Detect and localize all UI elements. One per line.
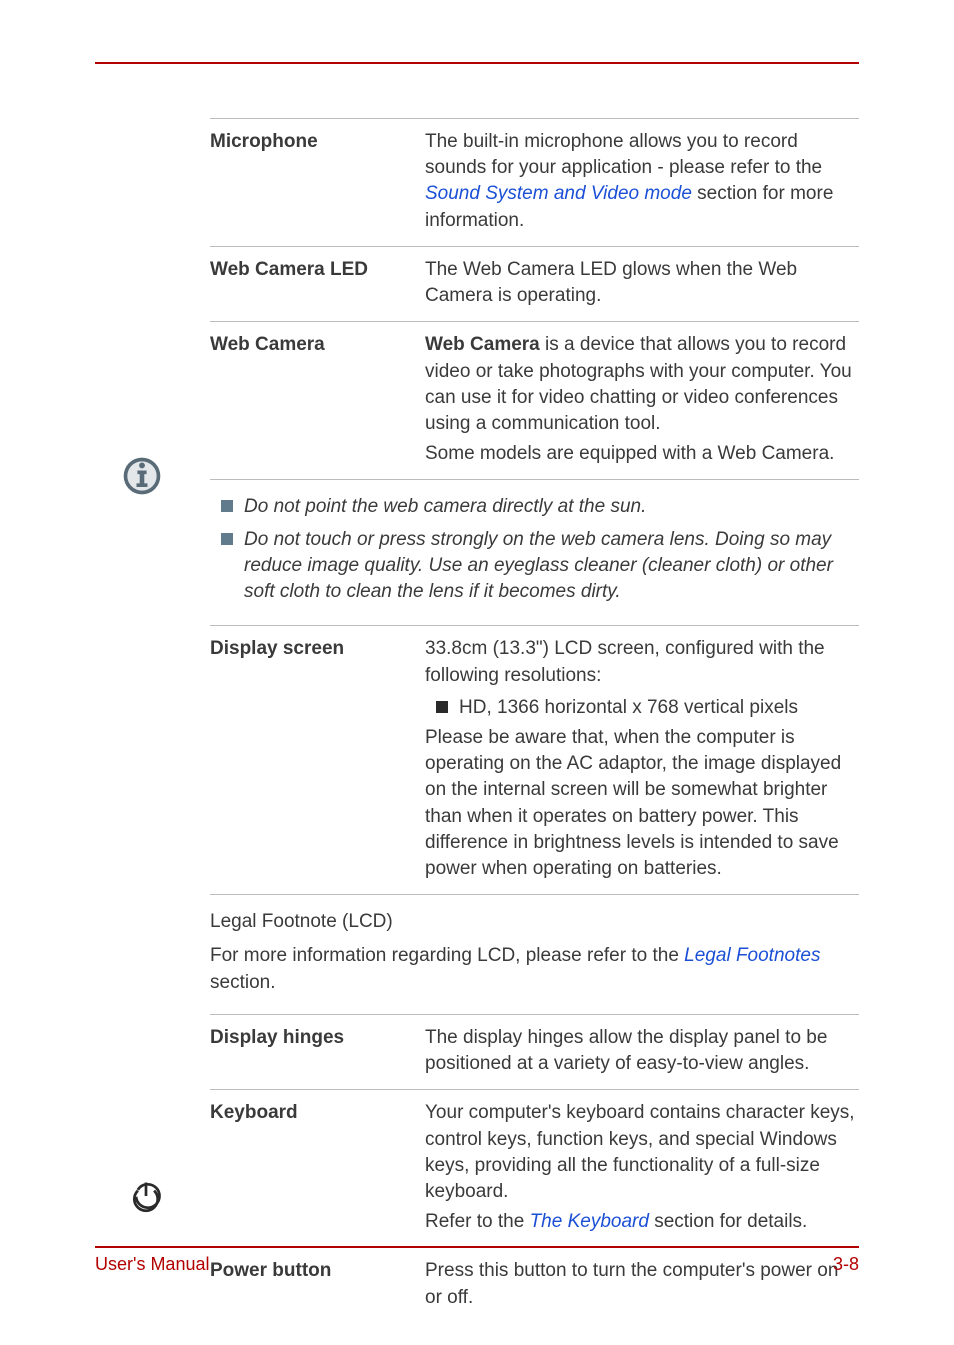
text-display-screen-para: Please be aware that, when the computer … [425, 725, 859, 882]
legal-pre: For more information regarding LCD, plea… [210, 945, 684, 966]
callout-text-1: Do not point the web camera directly at … [244, 494, 859, 520]
label-microphone: Microphone [210, 129, 425, 234]
link-the-keyboard[interactable]: The Keyboard [530, 1211, 649, 1232]
text-display-hinges: The display hinges allow the display pan… [425, 1025, 859, 1077]
text-keyboard-a: Your computer's keyboard contains charac… [425, 1100, 859, 1205]
value-display-screen: 33.8cm (13.3") LCD screen, configured wi… [425, 636, 859, 882]
link-legal-footnotes[interactable]: Legal Footnotes [684, 945, 820, 966]
value-web-camera-led: The Web Camera LED glows when the Web Ca… [425, 257, 859, 309]
value-web-camera: Web Camera is a device that allows you t… [425, 332, 859, 467]
value-keyboard: Your computer's keyboard contains charac… [425, 1100, 859, 1235]
power-icon-container [128, 1178, 198, 1222]
info-icon [120, 454, 164, 498]
legal-post: section. [210, 972, 275, 993]
callout-text-2: Do not touch or press strongly on the we… [244, 527, 859, 606]
label-display-screen: Display screen [210, 636, 425, 882]
value-display-hinges: The display hinges allow the display pan… [425, 1025, 859, 1077]
text-keyboard-b-pre: Refer to the [425, 1211, 530, 1232]
main-content: Microphone The built-in microphone allow… [210, 118, 859, 1323]
row-web-camera: Web Camera Web Camera is a device that a… [210, 322, 859, 480]
legal-text: For more information regarding LCD, plea… [210, 943, 859, 995]
bullet-icon [210, 527, 244, 606]
power-icon [128, 1178, 164, 1214]
page-footer: User's Manual 3-8 [95, 1246, 859, 1277]
bullet-icon [210, 494, 244, 520]
label-web-camera-led: Web Camera LED [210, 257, 425, 309]
text-microphone-a: The built-in microphone allows you to re… [425, 131, 822, 178]
row-display-hinges: Display hinges The display hinges allow … [210, 1014, 859, 1090]
label-keyboard: Keyboard [210, 1100, 425, 1235]
label-display-hinges: Display hinges [210, 1025, 425, 1077]
footer-right: 3-8 [833, 1252, 859, 1277]
link-sound-system[interactable]: Sound System and Video mode [425, 183, 692, 204]
row-microphone: Microphone The built-in microphone allow… [210, 118, 859, 247]
display-screen-bullet: HD, 1366 horizontal x 768 vertical pixel… [425, 695, 859, 721]
row-keyboard: Keyboard Your computer's keyboard contai… [210, 1090, 859, 1248]
bold-web-camera: Web Camera [425, 334, 540, 355]
text-web-camera-led: The Web Camera LED glows when the Web Ca… [425, 257, 859, 309]
value-microphone: The built-in microphone allows you to re… [425, 129, 859, 234]
info-icon-container [120, 454, 190, 506]
footer-left: User's Manual [95, 1252, 209, 1277]
text-display-screen-bullet: HD, 1366 horizontal x 768 vertical pixel… [459, 695, 859, 721]
row-web-camera-led: Web Camera LED The Web Camera LED glows … [210, 247, 859, 322]
legal-heading: Legal Footnote (LCD) [210, 909, 859, 935]
callout-item-2: Do not touch or press strongly on the we… [210, 527, 859, 606]
top-rule [95, 62, 859, 64]
row-display-screen: Display screen 33.8cm (13.3") LCD screen… [210, 625, 859, 895]
callout-item-1: Do not point the web camera directly at … [210, 494, 859, 520]
text-web-camera-b: Some models are equipped with a Web Came… [425, 441, 859, 467]
text-display-screen-intro: 33.8cm (13.3") LCD screen, configured wi… [425, 636, 859, 688]
info-callout: Do not point the web camera directly at … [210, 494, 859, 605]
label-web-camera: Web Camera [210, 332, 425, 467]
text-keyboard-b-post: section for details. [649, 1211, 807, 1232]
bullet-icon [425, 695, 459, 721]
